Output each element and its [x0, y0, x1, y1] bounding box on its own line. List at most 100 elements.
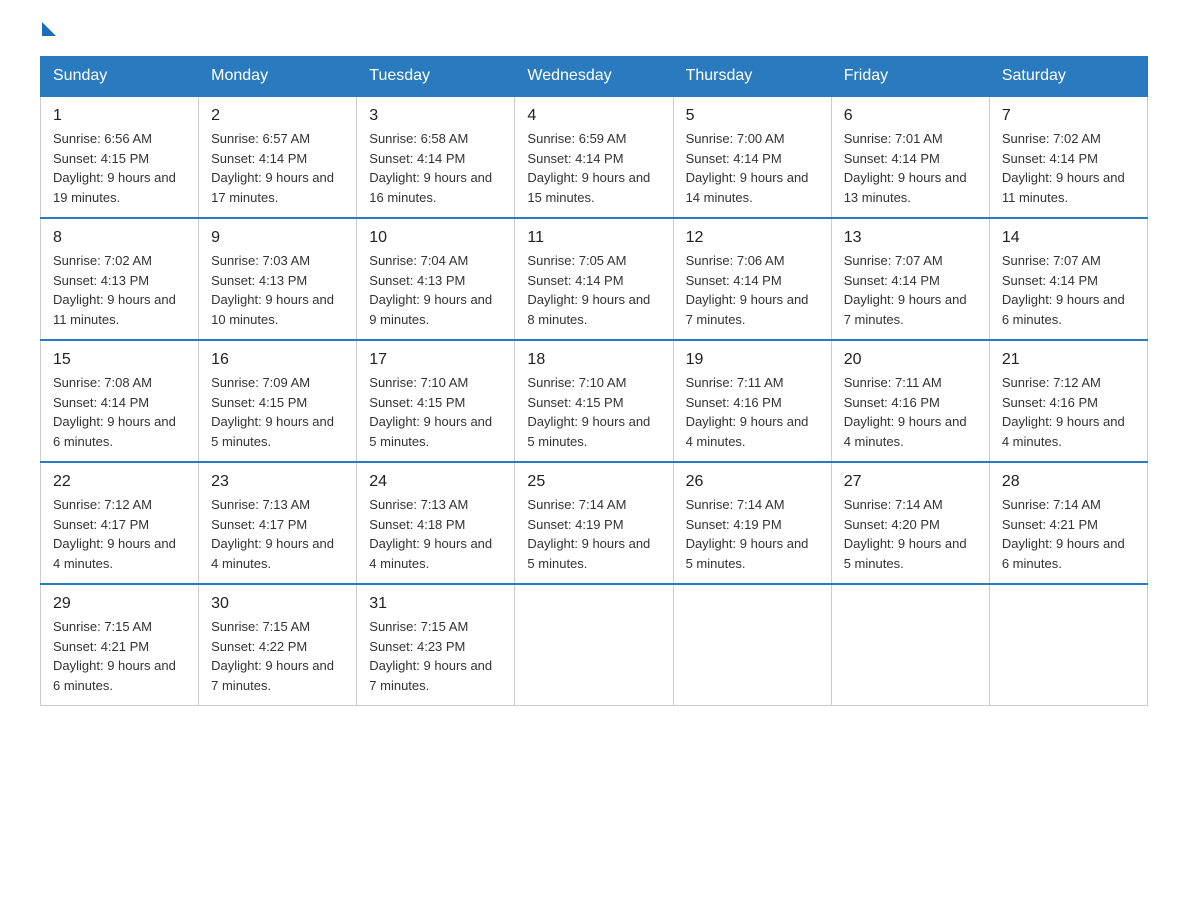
day-number: 30 — [211, 595, 344, 613]
day-number: 12 — [686, 229, 819, 247]
calendar-table: SundayMondayTuesdayWednesdayThursdayFrid… — [40, 56, 1148, 706]
day-info: Sunrise: 7:14 AMSunset: 4:19 PMDaylight:… — [686, 497, 809, 571]
header-day-sunday: Sunday — [41, 57, 199, 97]
calendar-cell: 17 Sunrise: 7:10 AMSunset: 4:15 PMDaylig… — [357, 340, 515, 462]
calendar-cell: 25 Sunrise: 7:14 AMSunset: 4:19 PMDaylig… — [515, 462, 673, 584]
day-number: 16 — [211, 351, 344, 369]
day-number: 9 — [211, 229, 344, 247]
day-number: 29 — [53, 595, 186, 613]
calendar-cell: 6 Sunrise: 7:01 AMSunset: 4:14 PMDayligh… — [831, 96, 989, 218]
day-info: Sunrise: 7:07 AMSunset: 4:14 PMDaylight:… — [844, 253, 967, 327]
day-number: 3 — [369, 107, 502, 125]
calendar-cell: 29 Sunrise: 7:15 AMSunset: 4:21 PMDaylig… — [41, 584, 199, 706]
day-number: 21 — [1002, 351, 1135, 369]
day-info: Sunrise: 7:14 AMSunset: 4:21 PMDaylight:… — [1002, 497, 1125, 571]
calendar-cell: 13 Sunrise: 7:07 AMSunset: 4:14 PMDaylig… — [831, 218, 989, 340]
calendar-cell: 5 Sunrise: 7:00 AMSunset: 4:14 PMDayligh… — [673, 96, 831, 218]
day-info: Sunrise: 7:11 AMSunset: 4:16 PMDaylight:… — [686, 375, 809, 449]
day-info: Sunrise: 6:56 AMSunset: 4:15 PMDaylight:… — [53, 131, 176, 205]
calendar-week-row: 8 Sunrise: 7:02 AMSunset: 4:13 PMDayligh… — [41, 218, 1148, 340]
calendar-cell: 26 Sunrise: 7:14 AMSunset: 4:19 PMDaylig… — [673, 462, 831, 584]
calendar-cell: 20 Sunrise: 7:11 AMSunset: 4:16 PMDaylig… — [831, 340, 989, 462]
day-number: 1 — [53, 107, 186, 125]
day-info: Sunrise: 7:04 AMSunset: 4:13 PMDaylight:… — [369, 253, 492, 327]
calendar-cell: 30 Sunrise: 7:15 AMSunset: 4:22 PMDaylig… — [199, 584, 357, 706]
calendar-cell: 8 Sunrise: 7:02 AMSunset: 4:13 PMDayligh… — [41, 218, 199, 340]
day-number: 15 — [53, 351, 186, 369]
calendar-cell: 23 Sunrise: 7:13 AMSunset: 4:17 PMDaylig… — [199, 462, 357, 584]
day-info: Sunrise: 7:15 AMSunset: 4:21 PMDaylight:… — [53, 619, 176, 693]
calendar-cell: 7 Sunrise: 7:02 AMSunset: 4:14 PMDayligh… — [989, 96, 1147, 218]
calendar-cell: 10 Sunrise: 7:04 AMSunset: 4:13 PMDaylig… — [357, 218, 515, 340]
day-number: 2 — [211, 107, 344, 125]
day-number: 22 — [53, 473, 186, 491]
calendar-cell — [673, 584, 831, 706]
calendar-cell: 9 Sunrise: 7:03 AMSunset: 4:13 PMDayligh… — [199, 218, 357, 340]
calendar-cell: 19 Sunrise: 7:11 AMSunset: 4:16 PMDaylig… — [673, 340, 831, 462]
day-info: Sunrise: 7:11 AMSunset: 4:16 PMDaylight:… — [844, 375, 967, 449]
day-number: 13 — [844, 229, 977, 247]
day-number: 28 — [1002, 473, 1135, 491]
header-day-thursday: Thursday — [673, 57, 831, 97]
day-info: Sunrise: 6:58 AMSunset: 4:14 PMDaylight:… — [369, 131, 492, 205]
day-number: 26 — [686, 473, 819, 491]
day-info: Sunrise: 7:02 AMSunset: 4:13 PMDaylight:… — [53, 253, 176, 327]
calendar-cell: 2 Sunrise: 6:57 AMSunset: 4:14 PMDayligh… — [199, 96, 357, 218]
day-number: 6 — [844, 107, 977, 125]
calendar-week-row: 1 Sunrise: 6:56 AMSunset: 4:15 PMDayligh… — [41, 96, 1148, 218]
day-info: Sunrise: 6:59 AMSunset: 4:14 PMDaylight:… — [527, 131, 650, 205]
day-info: Sunrise: 6:57 AMSunset: 4:14 PMDaylight:… — [211, 131, 334, 205]
calendar-cell: 21 Sunrise: 7:12 AMSunset: 4:16 PMDaylig… — [989, 340, 1147, 462]
calendar-body: 1 Sunrise: 6:56 AMSunset: 4:15 PMDayligh… — [41, 96, 1148, 706]
day-number: 31 — [369, 595, 502, 613]
calendar-week-row: 22 Sunrise: 7:12 AMSunset: 4:17 PMDaylig… — [41, 462, 1148, 584]
day-info: Sunrise: 7:02 AMSunset: 4:14 PMDaylight:… — [1002, 131, 1125, 205]
calendar-cell: 22 Sunrise: 7:12 AMSunset: 4:17 PMDaylig… — [41, 462, 199, 584]
calendar-header: SundayMondayTuesdayWednesdayThursdayFrid… — [41, 57, 1148, 97]
calendar-cell: 1 Sunrise: 6:56 AMSunset: 4:15 PMDayligh… — [41, 96, 199, 218]
day-number: 24 — [369, 473, 502, 491]
header-day-tuesday: Tuesday — [357, 57, 515, 97]
day-number: 20 — [844, 351, 977, 369]
day-info: Sunrise: 7:13 AMSunset: 4:17 PMDaylight:… — [211, 497, 334, 571]
logo-triangle-icon — [42, 22, 56, 36]
day-info: Sunrise: 7:03 AMSunset: 4:13 PMDaylight:… — [211, 253, 334, 327]
header-day-friday: Friday — [831, 57, 989, 97]
day-number: 25 — [527, 473, 660, 491]
day-info: Sunrise: 7:13 AMSunset: 4:18 PMDaylight:… — [369, 497, 492, 571]
day-number: 8 — [53, 229, 186, 247]
day-info: Sunrise: 7:05 AMSunset: 4:14 PMDaylight:… — [527, 253, 650, 327]
day-number: 18 — [527, 351, 660, 369]
logo — [40, 30, 56, 36]
calendar-cell: 31 Sunrise: 7:15 AMSunset: 4:23 PMDaylig… — [357, 584, 515, 706]
day-number: 19 — [686, 351, 819, 369]
day-info: Sunrise: 7:01 AMSunset: 4:14 PMDaylight:… — [844, 131, 967, 205]
calendar-cell — [989, 584, 1147, 706]
day-number: 5 — [686, 107, 819, 125]
day-info: Sunrise: 7:10 AMSunset: 4:15 PMDaylight:… — [527, 375, 650, 449]
day-number: 4 — [527, 107, 660, 125]
calendar-cell: 15 Sunrise: 7:08 AMSunset: 4:14 PMDaylig… — [41, 340, 199, 462]
day-number: 7 — [1002, 107, 1135, 125]
day-number: 14 — [1002, 229, 1135, 247]
day-info: Sunrise: 7:12 AMSunset: 4:17 PMDaylight:… — [53, 497, 176, 571]
day-number: 23 — [211, 473, 344, 491]
calendar-cell — [515, 584, 673, 706]
calendar-cell: 28 Sunrise: 7:14 AMSunset: 4:21 PMDaylig… — [989, 462, 1147, 584]
day-info: Sunrise: 7:08 AMSunset: 4:14 PMDaylight:… — [53, 375, 176, 449]
calendar-cell: 16 Sunrise: 7:09 AMSunset: 4:15 PMDaylig… — [199, 340, 357, 462]
day-info: Sunrise: 7:14 AMSunset: 4:20 PMDaylight:… — [844, 497, 967, 571]
header-day-monday: Monday — [199, 57, 357, 97]
day-info: Sunrise: 7:12 AMSunset: 4:16 PMDaylight:… — [1002, 375, 1125, 449]
calendar-cell — [831, 584, 989, 706]
day-info: Sunrise: 7:09 AMSunset: 4:15 PMDaylight:… — [211, 375, 334, 449]
calendar-cell: 27 Sunrise: 7:14 AMSunset: 4:20 PMDaylig… — [831, 462, 989, 584]
header-day-saturday: Saturday — [989, 57, 1147, 97]
day-info: Sunrise: 7:07 AMSunset: 4:14 PMDaylight:… — [1002, 253, 1125, 327]
day-info: Sunrise: 7:15 AMSunset: 4:23 PMDaylight:… — [369, 619, 492, 693]
header-day-wednesday: Wednesday — [515, 57, 673, 97]
calendar-header-row: SundayMondayTuesdayWednesdayThursdayFrid… — [41, 57, 1148, 97]
calendar-cell: 4 Sunrise: 6:59 AMSunset: 4:14 PMDayligh… — [515, 96, 673, 218]
calendar-cell: 18 Sunrise: 7:10 AMSunset: 4:15 PMDaylig… — [515, 340, 673, 462]
calendar-week-row: 15 Sunrise: 7:08 AMSunset: 4:14 PMDaylig… — [41, 340, 1148, 462]
